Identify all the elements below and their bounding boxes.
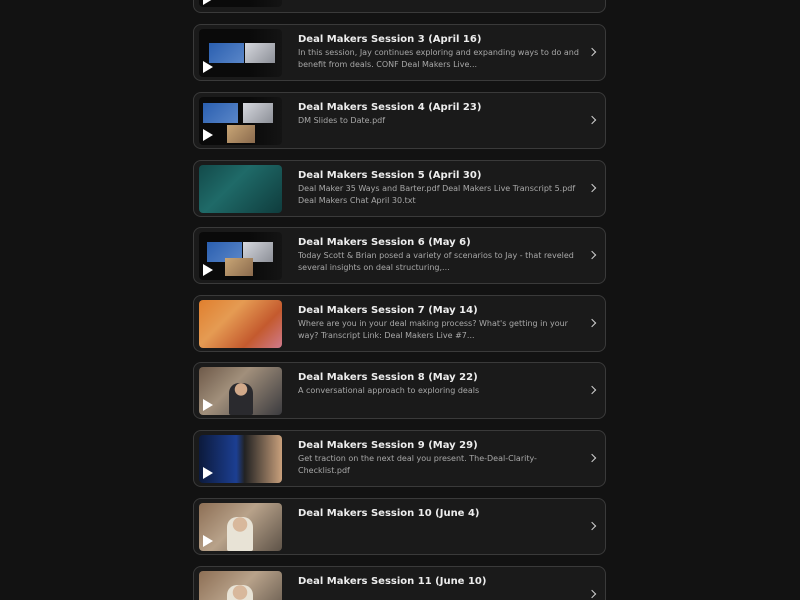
chevron-right-icon	[587, 385, 597, 395]
play-icon	[203, 61, 213, 73]
session-card[interactable]: Deal Makers Session 4 (April 23) DM Slid…	[193, 92, 606, 149]
play-icon	[203, 535, 213, 547]
session-thumbnail	[199, 232, 282, 280]
session-thumbnail	[199, 435, 282, 483]
chevron-right-icon	[587, 183, 597, 193]
chevron-right-icon	[587, 521, 597, 531]
session-card[interactable]: Deal Makers Session 3 (April 16) In this…	[193, 24, 606, 81]
chevron-right-icon	[587, 318, 597, 328]
session-card[interactable]: Deal Makers Session 6 (May 6) Today Scot…	[193, 227, 606, 284]
chevron-right-icon	[587, 250, 597, 260]
session-description: Today Scott & Brian posed a variety of s…	[298, 251, 574, 272]
session-card-partial[interactable]	[193, 0, 606, 13]
chevron-right-icon	[587, 589, 597, 599]
chevron-right-icon	[587, 47, 597, 57]
session-description: A conversational approach to exploring d…	[298, 386, 480, 395]
session-description: Where are you in your deal making proces…	[298, 319, 568, 340]
session-title: Deal Makers Session 8 (May 22)	[298, 372, 478, 383]
play-icon	[203, 264, 213, 276]
play-icon	[203, 467, 213, 479]
chevron-right-icon	[587, 453, 597, 463]
session-title: Deal Makers Session 11 (June 10)	[298, 576, 487, 587]
session-title: Deal Makers Session 10 (June 4)	[298, 508, 480, 519]
session-title: Deal Makers Session 5 (April 30)	[298, 170, 482, 181]
session-title: Deal Makers Session 6 (May 6)	[298, 237, 471, 248]
session-description: Deal Maker 35 Ways and Barter.pdf Deal M…	[298, 184, 576, 205]
session-card[interactable]: Deal Makers Session 11 (June 10)	[193, 566, 606, 600]
session-list: Deal Makers Session 3 (April 16) In this…	[0, 0, 800, 600]
session-title: Deal Makers Session 9 (May 29)	[298, 440, 478, 451]
play-icon	[203, 0, 213, 5]
play-icon	[203, 129, 213, 141]
session-title: Deal Makers Session 3 (April 16)	[298, 34, 482, 45]
session-thumbnail	[199, 29, 282, 77]
session-thumbnail	[199, 97, 282, 145]
session-card[interactable]: Deal Makers Session 8 (May 22) A convers…	[193, 362, 606, 419]
session-card[interactable]: Deal Makers Session 5 (April 30) Deal Ma…	[193, 160, 606, 217]
play-icon	[203, 399, 213, 411]
session-card[interactable]: Deal Makers Session 10 (June 4)	[193, 498, 606, 555]
session-card[interactable]: Deal Makers Session 7 (May 14) Where are…	[193, 295, 606, 352]
session-description: DM Slides to Date.pdf	[298, 116, 386, 125]
session-thumbnail	[199, 367, 282, 415]
session-thumbnail	[199, 0, 282, 7]
session-card[interactable]: Deal Makers Session 9 (May 29) Get tract…	[193, 430, 606, 487]
session-thumbnail	[199, 571, 282, 600]
session-title: Deal Makers Session 7 (May 14)	[298, 305, 478, 316]
session-thumbnail	[199, 503, 282, 551]
session-title: Deal Makers Session 4 (April 23)	[298, 102, 482, 113]
session-description: Get traction on the next deal you presen…	[298, 454, 537, 475]
session-thumbnail	[199, 165, 282, 213]
session-description: In this session, Jay continues exploring…	[298, 48, 579, 69]
session-thumbnail	[199, 300, 282, 348]
chevron-right-icon	[587, 115, 597, 125]
